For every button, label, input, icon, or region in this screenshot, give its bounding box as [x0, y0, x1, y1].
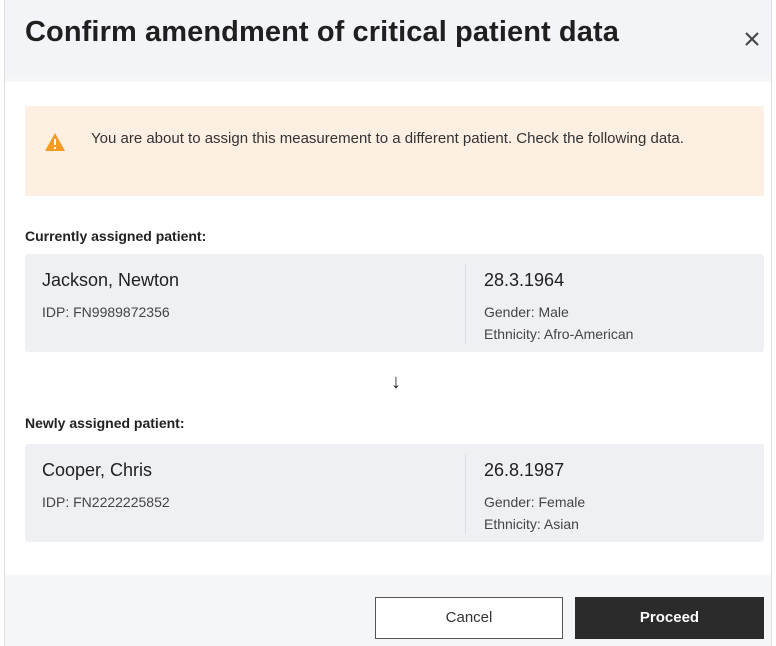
close-icon[interactable] [741, 28, 763, 50]
confirm-dialog: Confirm amendment of critical patient da… [4, 0, 772, 646]
current-patient-name: Jackson, Newton [42, 270, 180, 290]
new-patient-ethnicity: Ethnicity: Asian [484, 516, 579, 532]
new-patient-card: Cooper, Chris IDP: FN2222225852 26.8.198… [25, 444, 764, 542]
new-patient-idp: IDP: FN2222225852 [42, 494, 170, 510]
dialog-body: You are about to assign this measurement… [5, 82, 771, 575]
dialog-footer: Cancel Proceed [5, 575, 771, 646]
arrow-down-icon: ↓ [391, 371, 401, 393]
cancel-button[interactable]: Cancel [375, 597, 563, 639]
current-patient-idp: IDP: FN9989872356 [42, 304, 170, 320]
card-divider [465, 454, 466, 534]
warning-banner: You are about to assign this measurement… [25, 106, 764, 196]
new-patient-dob: 26.8.1987 [484, 460, 565, 480]
dialog-title: Confirm amendment of critical patient da… [25, 16, 619, 48]
new-patient-gender: Gender: Female [484, 494, 586, 510]
current-patient-ethnicity: Ethnicity: Afro-American [484, 326, 634, 342]
current-patient-label: Currently assigned patient: [25, 228, 207, 244]
warning-message: You are about to assign this measurement… [91, 130, 684, 147]
card-divider [465, 264, 466, 344]
proceed-button[interactable]: Proceed [575, 597, 764, 639]
dialog-header: Confirm amendment of critical patient da… [5, 0, 771, 74]
new-patient-name: Cooper, Chris [42, 460, 153, 480]
current-patient-dob: 28.3.1964 [484, 270, 565, 290]
warning-triangle-icon [44, 132, 66, 152]
new-patient-label: Newly assigned patient: [25, 415, 185, 431]
current-patient-card: Jackson, Newton IDP: FN9989872356 28.3.1… [25, 254, 764, 352]
current-patient-gender: Gender: Male [484, 304, 569, 320]
